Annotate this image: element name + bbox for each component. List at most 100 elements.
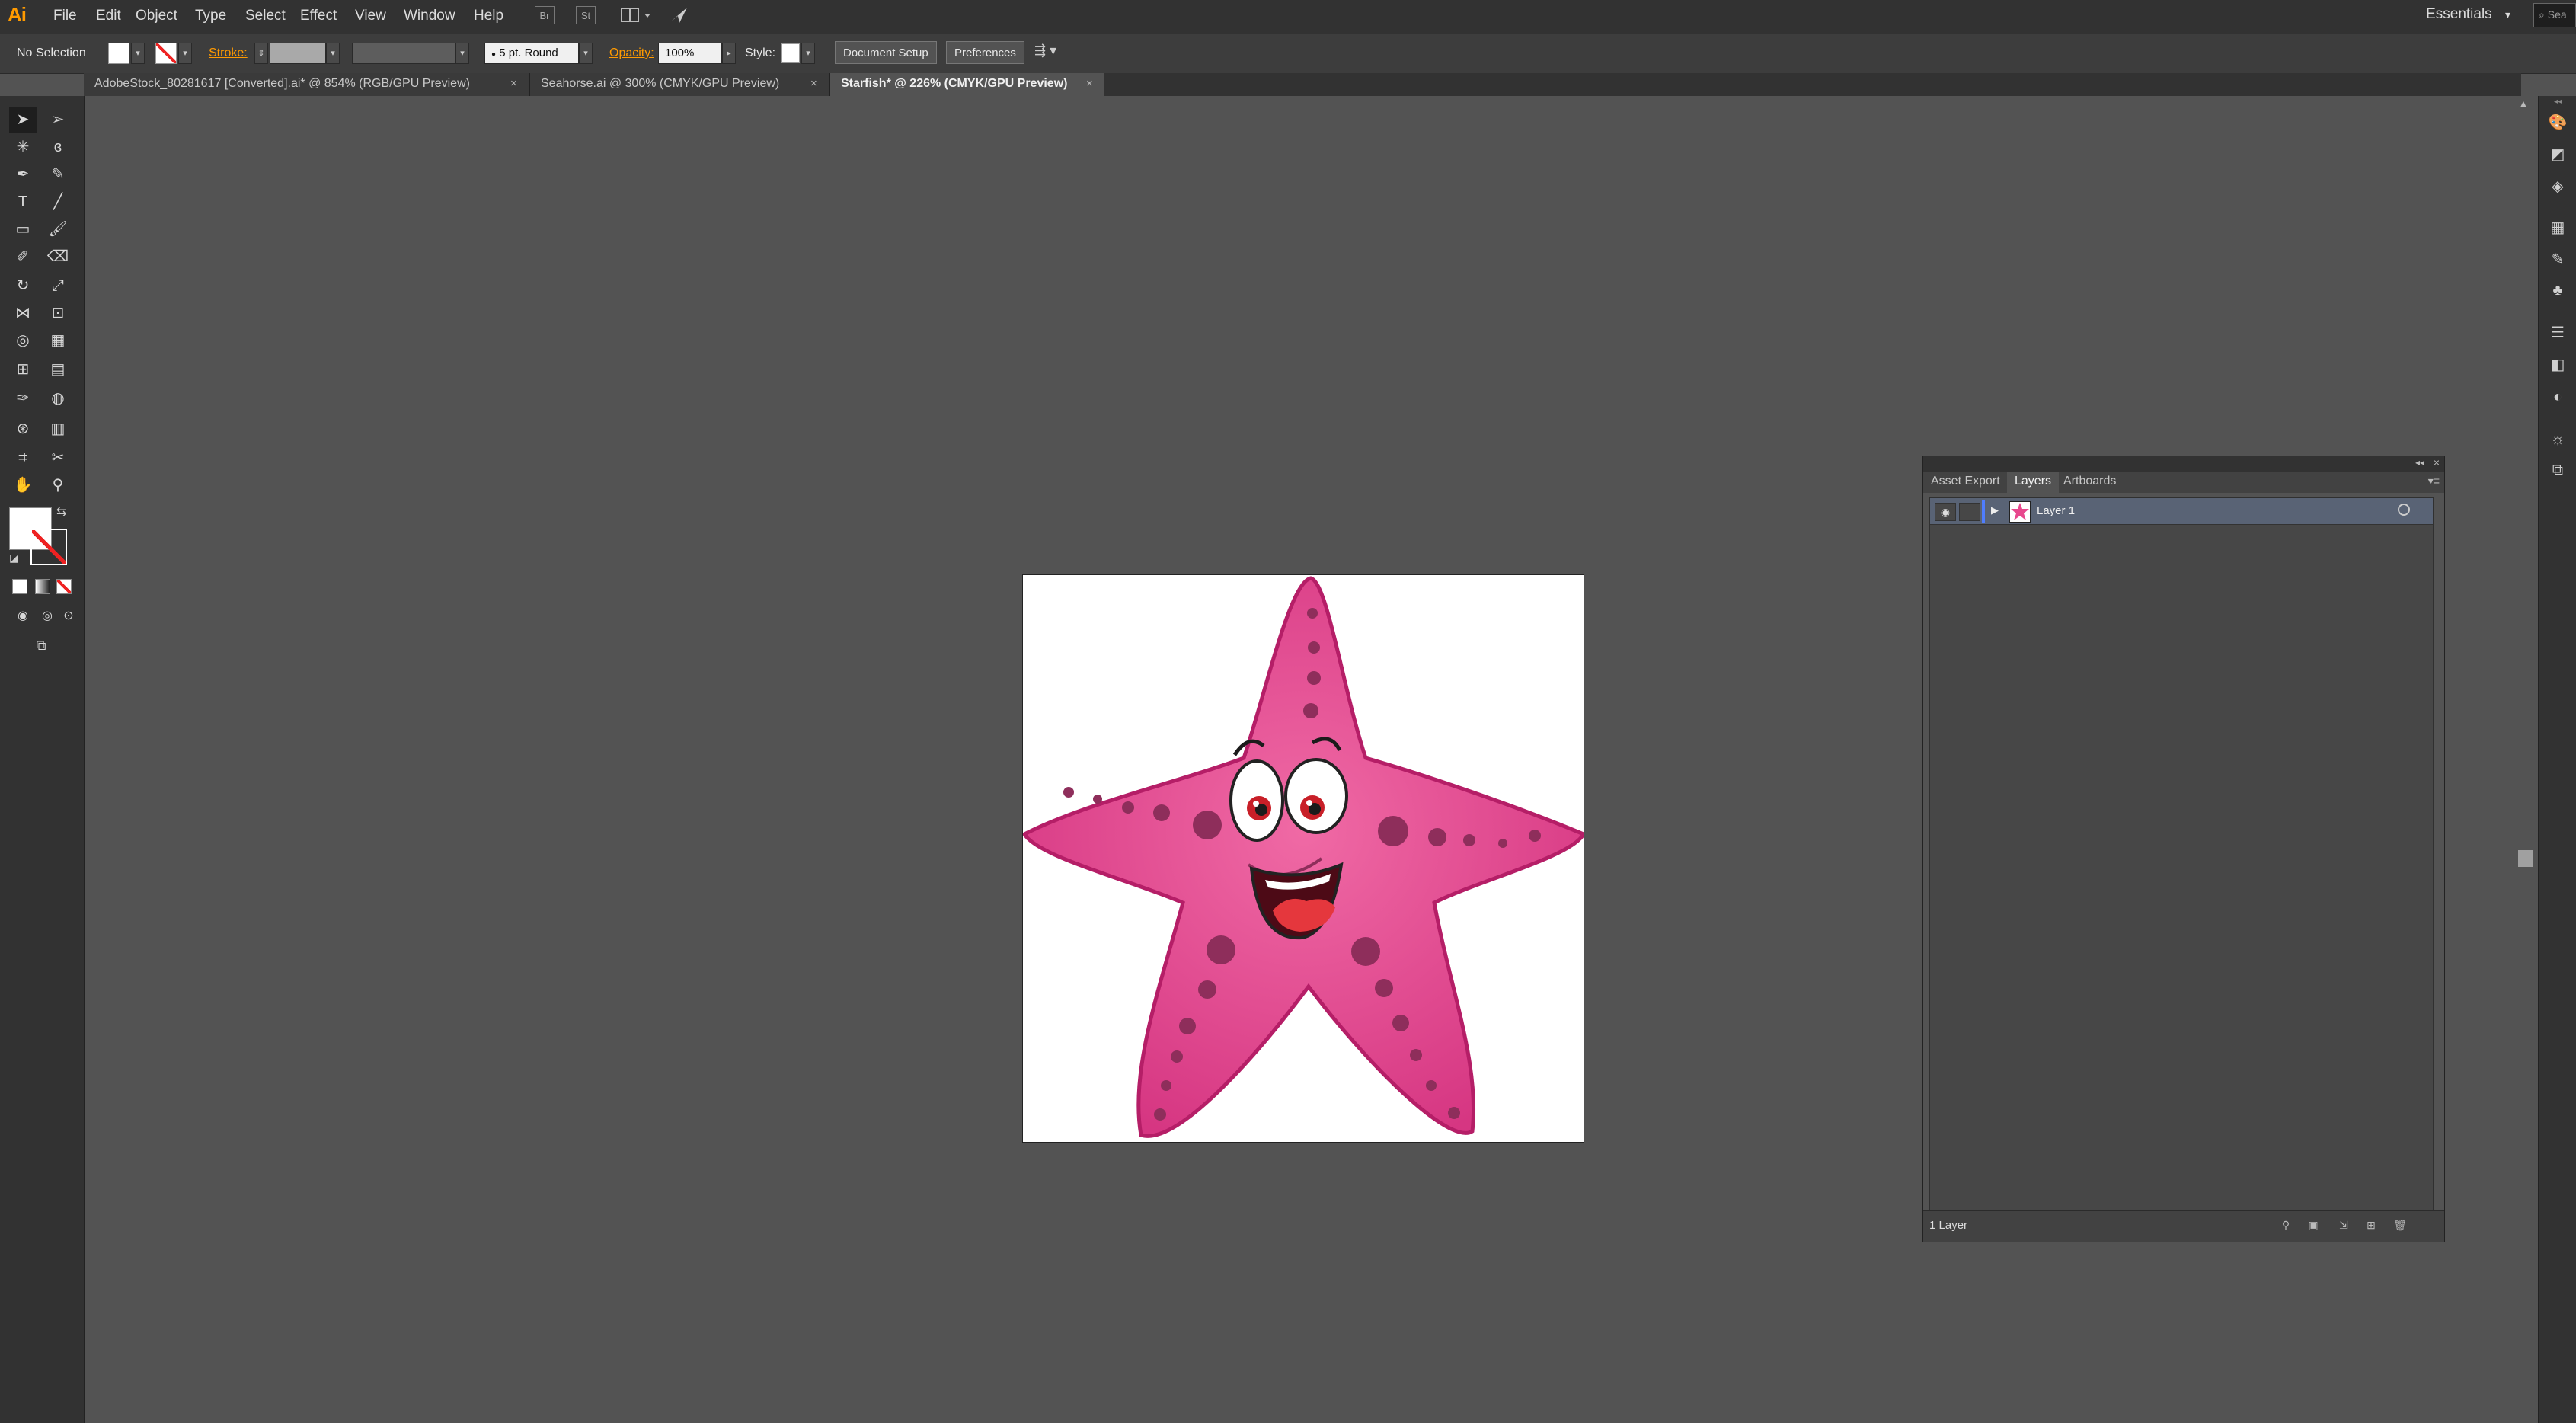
shape-builder-tool-icon[interactable]: ◎ — [9, 328, 37, 353]
tab-artboards[interactable]: Artboards — [2056, 472, 2124, 493]
graphic-style-swatch[interactable] — [781, 43, 800, 63]
opacity-field[interactable]: 100% — [658, 43, 722, 64]
stroke-weight-dropdown[interactable]: ▾ — [326, 43, 340, 64]
close-icon[interactable]: × — [810, 77, 817, 90]
opacity-slider-button[interactable]: ▸ — [722, 43, 736, 64]
transparency-panel-icon[interactable]: ◐ — [2546, 385, 2569, 408]
eye-icon[interactable]: ◉ — [1935, 503, 1956, 521]
mesh-tool-icon[interactable]: ⊞ — [9, 357, 37, 382]
tab-seahorse[interactable]: Seahorse.ai @ 300% (CMYK/GPU Preview) × — [530, 73, 830, 96]
delete-layer-icon[interactable]: 🗑 — [2391, 1219, 2409, 1234]
panel-header[interactable]: ◂◂ × — [1923, 456, 2444, 472]
shaper-tool-icon[interactable]: ✐ — [9, 244, 37, 270]
tab-starfish[interactable]: Starfish* @ 226% (CMYK/GPU Preview) × — [830, 73, 1104, 96]
gpu-performance-icon[interactable] — [669, 5, 690, 26]
paintbrush-tool-icon[interactable]: 🖌 — [44, 216, 72, 242]
symbol-sprayer-tool-icon[interactable]: ⊛ — [9, 416, 37, 442]
stroke-color-dropdown[interactable]: ▾ — [178, 43, 192, 64]
symbols-icon[interactable]: ♣ — [2546, 279, 2569, 302]
default-colors-icon[interactable]: ◪ — [9, 552, 19, 564]
draw-inside-icon[interactable]: ⊙ — [55, 603, 82, 629]
perspective-grid-tool-icon[interactable]: ▦ — [44, 328, 72, 353]
locate-object-icon[interactable]: ⚲ — [2277, 1219, 2295, 1234]
menu-select[interactable]: Select — [245, 8, 286, 24]
profile-dropdown[interactable]: ▾ — [455, 43, 469, 64]
variable-width-profile[interactable] — [352, 43, 455, 64]
layer-name[interactable]: Layer 1 — [2037, 504, 2075, 517]
lock-toggle[interactable] — [1959, 503, 1980, 521]
close-icon[interactable]: × — [1086, 77, 1093, 90]
clipping-mask-icon[interactable]: ▣ — [2304, 1219, 2322, 1234]
cc-libraries-icon[interactable]: ◈ — [2546, 175, 2569, 198]
graphic-style-dropdown[interactable]: ▾ — [801, 43, 815, 64]
scroll-up-icon[interactable]: ▲ — [2518, 98, 2529, 110]
layer-row[interactable]: ◉ ▶ Layer 1 — [1930, 498, 2433, 525]
document-setup-button[interactable]: Document Setup — [835, 41, 937, 64]
eyedropper-tool-icon[interactable]: ✑ — [9, 385, 37, 411]
arrange-documents-icon[interactable] — [620, 6, 654, 24]
artboard-tool-icon[interactable]: ⌗ — [9, 445, 37, 471]
slice-tool-icon[interactable]: ✂ — [44, 445, 72, 471]
artboard-canvas[interactable] — [1021, 574, 1587, 1143]
menu-effect[interactable]: Effect — [300, 8, 337, 24]
tab-layers[interactable]: Layers — [2007, 472, 2060, 493]
rectangle-tool-icon[interactable]: ▭ — [9, 216, 37, 242]
scale-tool-icon[interactable]: ⤢ — [44, 273, 72, 299]
selection-tool-icon[interactable]: ➤ — [9, 107, 37, 133]
width-tool-icon[interactable]: ⋈ — [9, 300, 37, 326]
menu-view[interactable]: View — [355, 8, 386, 24]
panel-menu-icon[interactable]: ▾≡ — [2428, 475, 2440, 488]
color-panel-icon[interactable]: 🎨 — [2546, 111, 2569, 134]
color-guide-icon[interactable]: ◩ — [2546, 143, 2569, 166]
stroke-weight-field[interactable] — [270, 43, 326, 64]
gradient-mode-icon[interactable] — [35, 579, 50, 594]
tab-adobestock[interactable]: AdobeStock_80281617 [Converted].ai* @ 85… — [84, 73, 530, 96]
none-mode-icon[interactable] — [56, 579, 72, 594]
gradient-tool-icon[interactable]: ▤ — [44, 357, 72, 382]
preferences-button[interactable]: Preferences — [946, 41, 1024, 64]
collapse-dock-icon[interactable]: ◂◂ — [2539, 98, 2576, 106]
close-icon[interactable]: × — [510, 77, 517, 90]
menu-file[interactable]: File — [53, 8, 77, 24]
hand-tool-icon[interactable]: ✋ — [9, 472, 37, 498]
stroke-color-swatch[interactable] — [155, 43, 177, 64]
draw-normal-icon[interactable]: ◉ — [9, 603, 37, 629]
menu-type[interactable]: Type — [195, 8, 226, 24]
expand-triangle-icon[interactable]: ▶ — [1991, 504, 1999, 516]
brushes-icon[interactable]: ✎ — [2546, 248, 2569, 271]
collapse-panel-icon[interactable]: ◂◂ — [2415, 457, 2424, 468]
fill-color-swatch[interactable] — [108, 43, 129, 64]
direct-selection-tool-icon[interactable]: ➢ — [44, 107, 72, 133]
color-mode-icon[interactable] — [12, 579, 27, 594]
line-tool-icon[interactable]: ╱ — [44, 189, 72, 215]
new-layer-icon[interactable]: ⊞ — [2362, 1219, 2380, 1234]
new-sublayer-icon[interactable]: ⇲ — [2335, 1219, 2353, 1234]
column-graph-tool-icon[interactable]: ▥ — [44, 416, 72, 442]
brush-dropdown[interactable]: ▾ — [579, 43, 593, 64]
target-icon[interactable] — [2398, 504, 2410, 516]
blend-tool-icon[interactable]: ◍ — [44, 385, 72, 411]
fill-dropdown[interactable]: ▾ — [131, 43, 145, 64]
scrollbar-thumb[interactable] — [2518, 850, 2533, 867]
workspace-switcher[interactable]: Essentials ▾ — [2426, 6, 2510, 23]
brush-definition[interactable]: ● 5 pt. Round — [484, 43, 579, 64]
menu-edit[interactable]: Edit — [96, 8, 121, 24]
stroke-color-box[interactable] — [30, 529, 67, 565]
arrange-icon[interactable]: ⇶ ▾ — [1034, 43, 1068, 62]
pen-tool-icon[interactable]: ✒ — [9, 161, 37, 187]
magic-wand-tool-icon[interactable]: ✳ — [9, 134, 37, 160]
menu-object[interactable]: Object — [136, 8, 177, 24]
appearance-panel-icon[interactable]: ☼ — [2546, 428, 2569, 451]
rotate-tool-icon[interactable]: ↻ — [9, 273, 37, 299]
stroke-panel-icon[interactable]: ☰ — [2546, 321, 2569, 344]
menu-window[interactable]: Window — [404, 8, 455, 24]
search-input[interactable]: ⌕ Sea — [2533, 3, 2576, 27]
vertical-scrollbar[interactable]: ▲ — [2514, 96, 2538, 1423]
graphic-styles-icon[interactable]: ⧉ — [2546, 459, 2569, 481]
tab-asset-export[interactable]: Asset Export — [1923, 472, 2008, 493]
type-tool-icon[interactable]: T — [9, 189, 37, 215]
opacity-label[interactable]: Opacity: — [609, 46, 654, 60]
gradient-panel-icon[interactable]: ◧ — [2546, 353, 2569, 376]
swatches-icon[interactable]: ▦ — [2546, 216, 2569, 239]
stock-icon[interactable]: St — [576, 6, 596, 24]
